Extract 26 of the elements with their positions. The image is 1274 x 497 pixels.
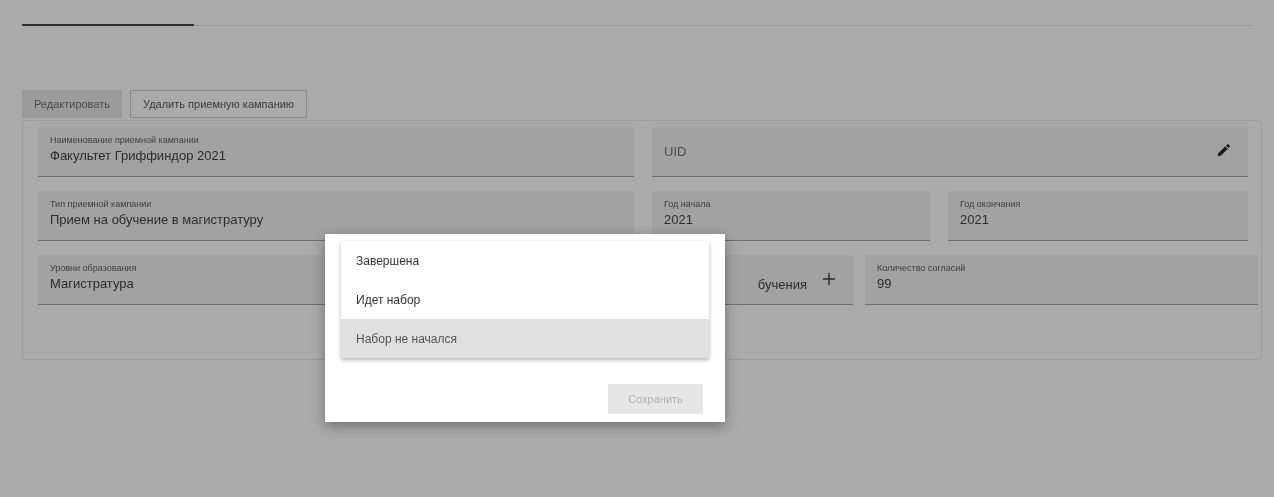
- field-value: 2021: [960, 211, 990, 230]
- menu-item[interactable]: Набор не начался: [341, 319, 709, 358]
- field-label: Наименование приемной кампании: [50, 135, 199, 147]
- plus-icon[interactable]: [823, 273, 835, 285]
- delete-button[interactable]: Удалить приемную кампанию: [130, 90, 308, 118]
- field-label: Количество согласий: [877, 263, 966, 275]
- text-field[interactable]: Наименование приемной кампании Факультет Гриффиндор 2021: [38, 127, 634, 177]
- pencil-icon[interactable]: [1216, 142, 1232, 158]
- field-value: Прием на обучение в магистратуру: [50, 211, 265, 230]
- field-placeholder: UID: [664, 143, 687, 161]
- text-field[interactable]: Год начала 2021: [652, 191, 930, 241]
- field-value: 2021: [664, 211, 694, 230]
- field-label: Тип приемной кампании: [50, 199, 152, 211]
- field-value: бучения: [757, 276, 807, 294]
- field-label: Год окончания: [960, 199, 1021, 211]
- text-field[interactable]: UID: [652, 127, 1248, 177]
- field-value: 99: [877, 275, 893, 294]
- text-field[interactable]: Тип приемной кампании Прием на обучение в магистратуру: [38, 191, 634, 241]
- field-value: Магистратура: [50, 275, 135, 294]
- text-field[interactable]: Год окончания 2021: [948, 191, 1248, 241]
- menu-item[interactable]: Завершена: [341, 241, 709, 280]
- text-field[interactable]: Количество согласий 99: [865, 255, 1258, 305]
- menu-item[interactable]: Идет набор: [341, 280, 709, 319]
- field-value: Факультет Гриффиндор 2021: [50, 147, 227, 166]
- field-label: Год начала: [664, 199, 711, 211]
- field-label: Уровни образования: [50, 263, 137, 275]
